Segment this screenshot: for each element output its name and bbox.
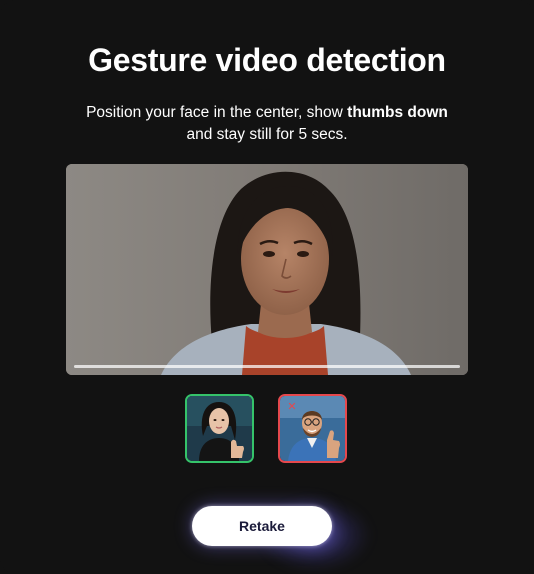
- example-thumbnail-correct: [185, 394, 254, 463]
- recording-progress-fill: [74, 365, 460, 368]
- instruction-text: Position your face in the center, show t…: [40, 102, 494, 146]
- camera-feed-image: [66, 164, 468, 375]
- recording-progress-bar: [74, 365, 460, 368]
- correct-gesture-example-image: [187, 396, 252, 461]
- retake-button[interactable]: Retake: [192, 506, 332, 546]
- gesture-detection-modal: Gesture video detection Position your fa…: [0, 0, 534, 574]
- instruction-emphasis: thumbs down: [347, 104, 448, 121]
- incorrect-gesture-example-image: ✕: [280, 396, 345, 461]
- example-thumbnail-incorrect: ✕: [278, 394, 347, 463]
- incorrect-x-icon: ✕: [287, 400, 296, 413]
- video-preview: [66, 164, 468, 375]
- page-title: Gesture video detection: [88, 42, 446, 78]
- instruction-text-start: Position your face in the center, show: [86, 104, 348, 121]
- instruction-text-end: and stay still for 5 secs.: [186, 126, 348, 143]
